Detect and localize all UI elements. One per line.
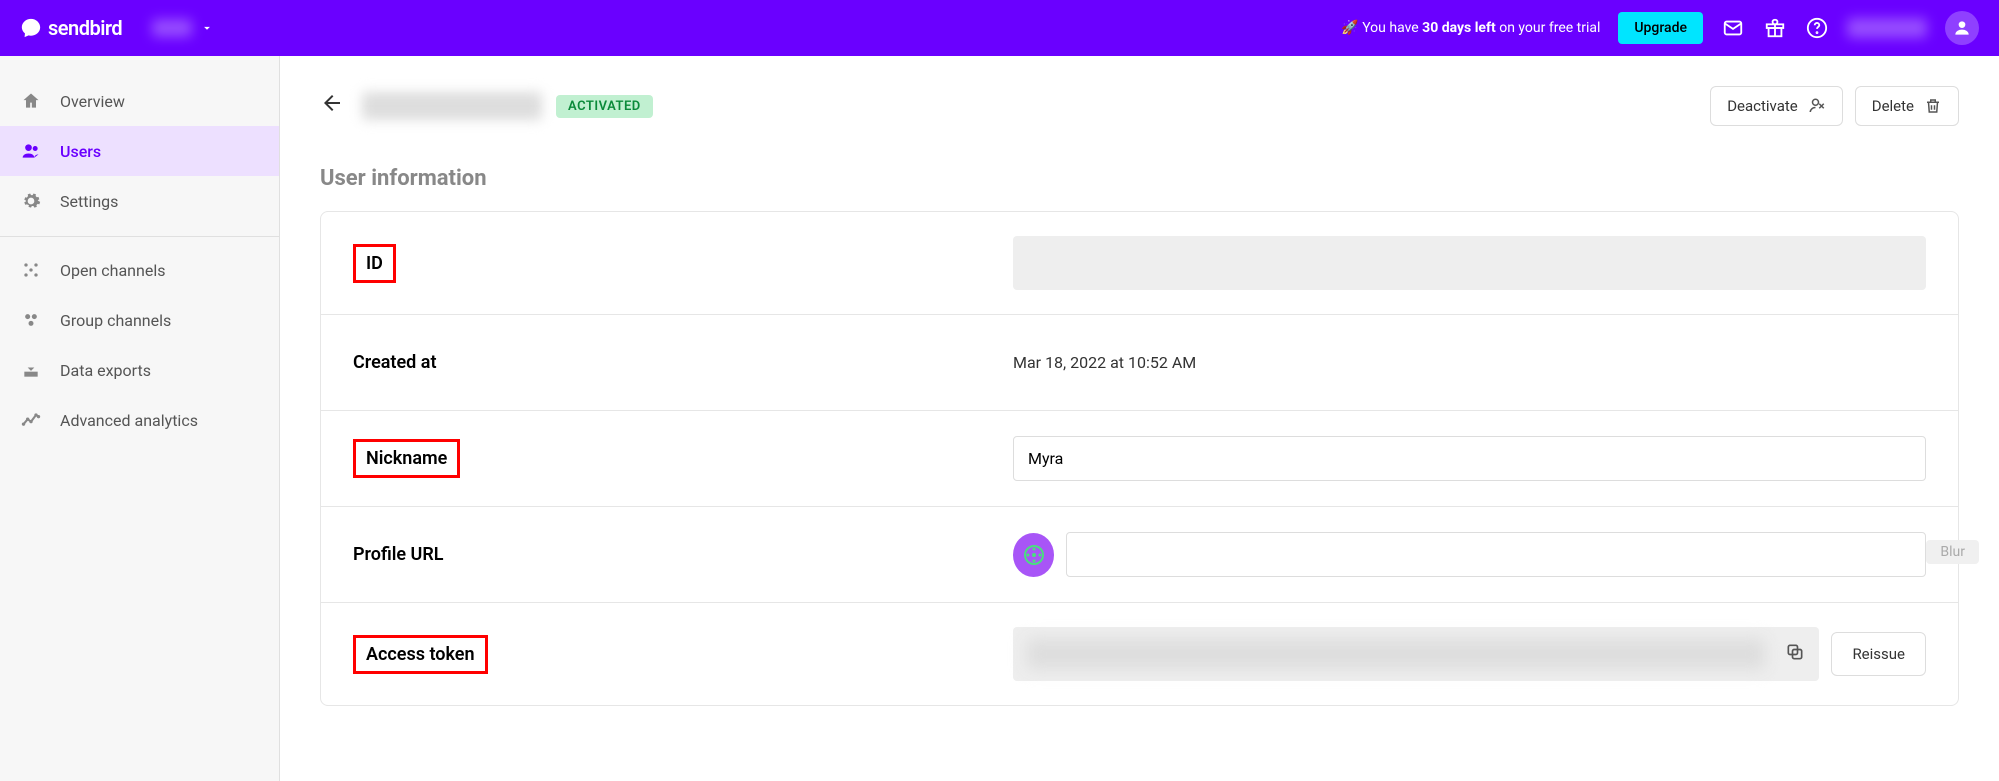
app-name-blurred: [152, 19, 192, 37]
sidebar-item-data-exports[interactable]: Data exports: [0, 345, 279, 395]
chevron-down-icon: [200, 21, 214, 35]
delete-button[interactable]: Delete: [1855, 86, 1959, 126]
sidebar-item-label: Group channels: [60, 311, 171, 330]
analytics-icon: [20, 409, 42, 431]
gear-icon: [20, 190, 42, 212]
nickname-input[interactable]: [1013, 436, 1926, 481]
profile-url-input[interactable]: [1066, 532, 1926, 577]
trial-text: 🚀 You have 30 days left on your free tri…: [1341, 20, 1600, 36]
upgrade-button[interactable]: Upgrade: [1618, 12, 1703, 44]
deactivate-label: Deactivate: [1727, 97, 1798, 115]
sidebar-item-label: Advanced analytics: [60, 411, 198, 430]
user-title-blurred: [362, 92, 542, 120]
access-token-blurred: [1027, 639, 1765, 669]
label-id: ID: [353, 244, 396, 283]
help-icon[interactable]: [1805, 16, 1829, 40]
row-access-token: Access token Reissue: [321, 603, 1958, 705]
label-profile-url: Profile URL: [353, 544, 444, 565]
gift-icon[interactable]: [1763, 16, 1787, 40]
sidebar-item-users[interactable]: Users: [0, 126, 279, 176]
deactivate-icon: [1808, 97, 1826, 115]
mail-icon[interactable]: [1721, 16, 1745, 40]
sidebar-item-group-channels[interactable]: Group channels: [0, 295, 279, 345]
home-icon: [20, 90, 42, 112]
sidebar-item-label: Open channels: [60, 261, 165, 280]
created-at-value: Mar 18, 2022 at 10:52 AM: [1013, 353, 1926, 372]
sidebar-item-settings[interactable]: Settings: [0, 176, 279, 226]
users-icon: [20, 140, 42, 162]
row-nickname: Nickname: [321, 411, 1958, 507]
row-profile-url: Profile URL: [321, 507, 1958, 603]
user-avatar[interactable]: [1945, 11, 1979, 45]
sidebar-item-overview[interactable]: Overview: [0, 76, 279, 126]
sidebar-item-advanced-analytics[interactable]: Advanced analytics: [0, 395, 279, 445]
top-header: sendbird 🚀 You have 30 days left on your…: [0, 0, 1999, 56]
brand-name: sendbird: [48, 16, 122, 40]
export-icon: [20, 359, 42, 381]
brand-logo[interactable]: sendbird: [20, 16, 122, 40]
sidebar-item-label: Data exports: [60, 361, 151, 380]
group-channels-icon: [20, 309, 42, 331]
label-access-token: Access token: [353, 635, 488, 674]
delete-label: Delete: [1872, 97, 1914, 115]
app-selector[interactable]: [152, 19, 214, 37]
back-arrow-icon[interactable]: [320, 91, 344, 121]
sidebar-item-open-channels[interactable]: Open channels: [0, 245, 279, 295]
sidebar-item-label: Users: [60, 142, 101, 161]
deactivate-button[interactable]: Deactivate: [1710, 86, 1843, 126]
blur-overlay-label: Blur: [1926, 540, 1979, 564]
status-badge: ACTIVATED: [556, 95, 653, 118]
label-created-at: Created at: [353, 352, 437, 373]
sidebar-item-label: Settings: [60, 192, 118, 211]
sidebar-item-label: Overview: [60, 92, 125, 111]
sidebar: Overview Users Settings Open channels Gr…: [0, 56, 280, 781]
row-created-at: Created at Mar 18, 2022 at 10:52 AM: [321, 315, 1958, 411]
access-token-box: [1013, 627, 1819, 681]
row-id: ID: [321, 212, 1958, 315]
profile-avatar-icon: [1013, 533, 1054, 577]
trash-icon: [1924, 97, 1942, 115]
main-content: ACTIVATED Deactivate Delete User informa…: [280, 56, 1999, 781]
page-actions: Deactivate Delete: [1710, 86, 1959, 126]
reissue-button[interactable]: Reissue: [1831, 632, 1926, 676]
label-nickname: Nickname: [353, 439, 460, 478]
copy-icon[interactable]: [1785, 642, 1805, 666]
header-right: 🚀 You have 30 days left on your free tri…: [1341, 11, 1979, 45]
id-value-blurred: [1013, 236, 1926, 290]
org-name-blurred: [1847, 18, 1927, 38]
open-channels-icon: [20, 259, 42, 281]
section-title: User information: [320, 166, 1959, 191]
user-info-card: ID Created at Mar 18, 2022 at 10:52 AM N…: [320, 211, 1959, 706]
page-header: ACTIVATED Deactivate Delete: [320, 86, 1959, 126]
sidebar-divider: [0, 236, 279, 237]
